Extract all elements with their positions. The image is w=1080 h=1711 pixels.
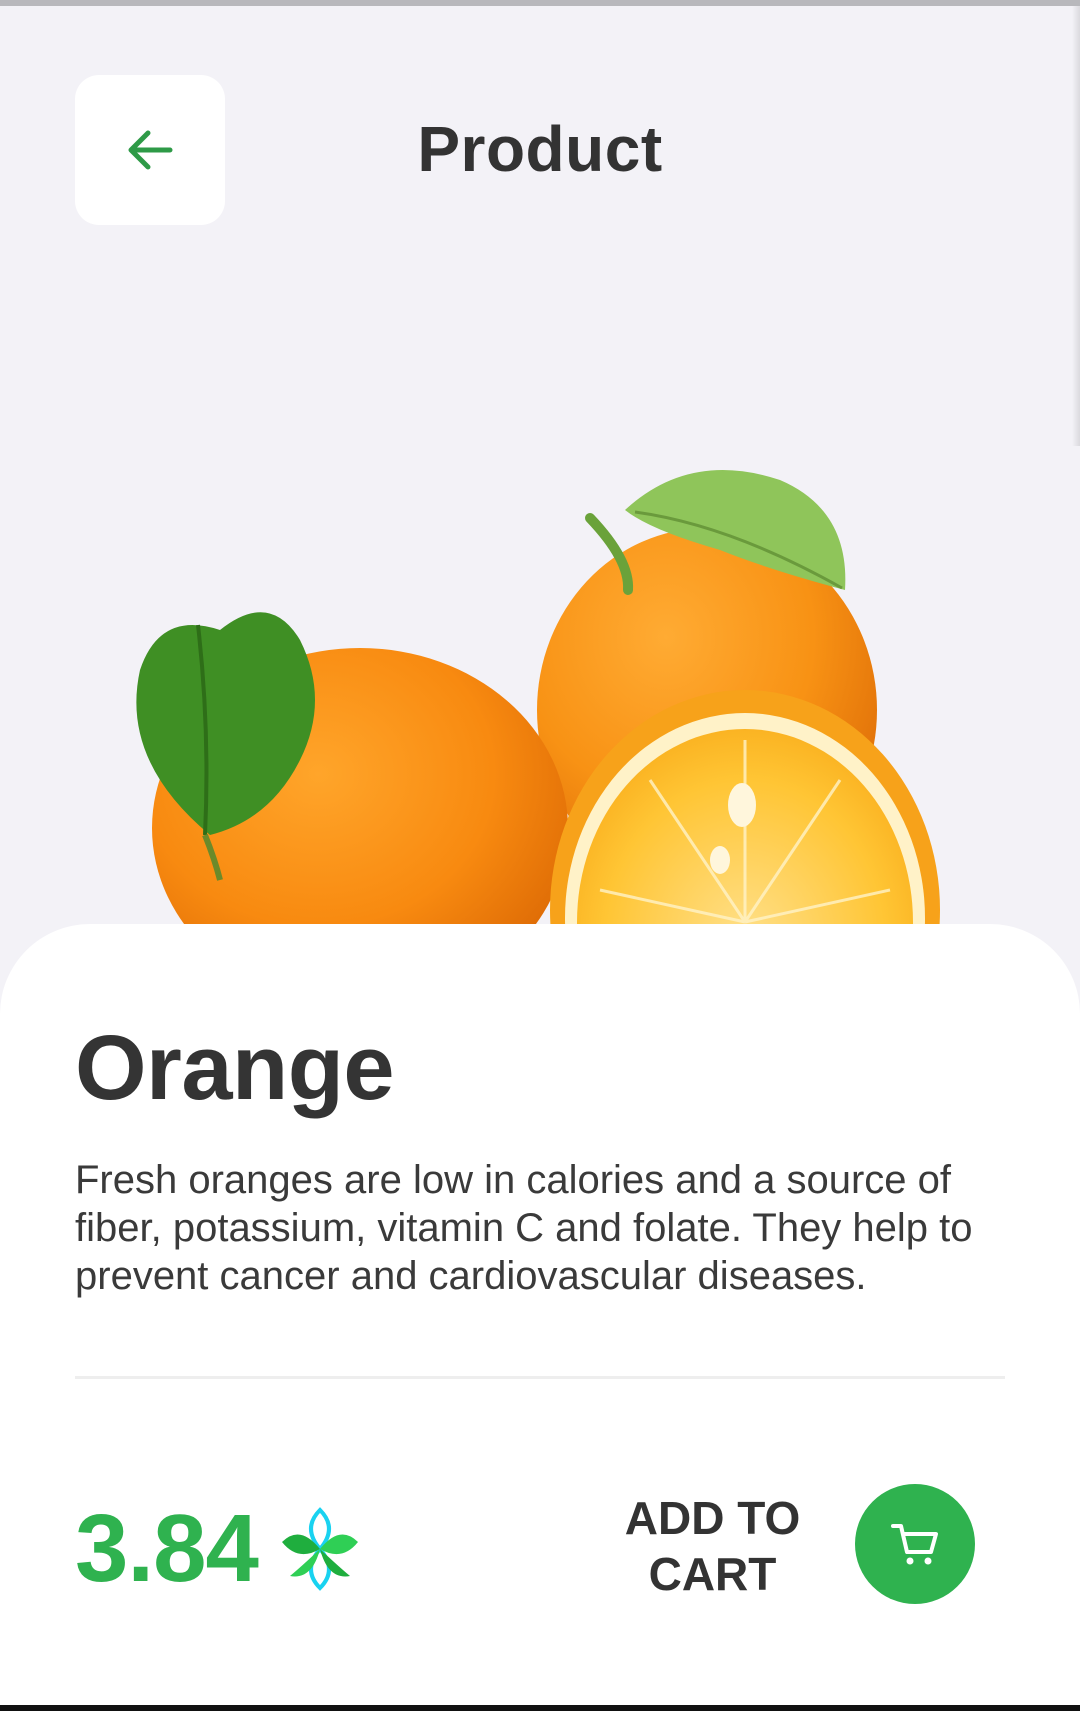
add-to-cart-label[interactable]: ADD TO CART xyxy=(600,1490,825,1602)
add-to-cart-button[interactable] xyxy=(855,1484,975,1604)
page-title: Product xyxy=(417,113,663,185)
leaf-coin-icon xyxy=(281,1507,358,1591)
product-image xyxy=(130,440,960,930)
cart-icon xyxy=(891,1524,938,1565)
price-row: 3.84 xyxy=(75,1494,360,1604)
product-details-card: Orange Fresh oranges are low in calories… xyxy=(0,924,1080,1711)
product-name: Orange xyxy=(75,1017,395,1119)
bottom-edge xyxy=(0,1705,1080,1711)
product-price: 3.84 xyxy=(75,1495,259,1602)
header: Product xyxy=(0,0,1080,240)
product-description: Fresh oranges are low in calories and a … xyxy=(75,1158,973,1298)
divider xyxy=(75,1376,1005,1379)
